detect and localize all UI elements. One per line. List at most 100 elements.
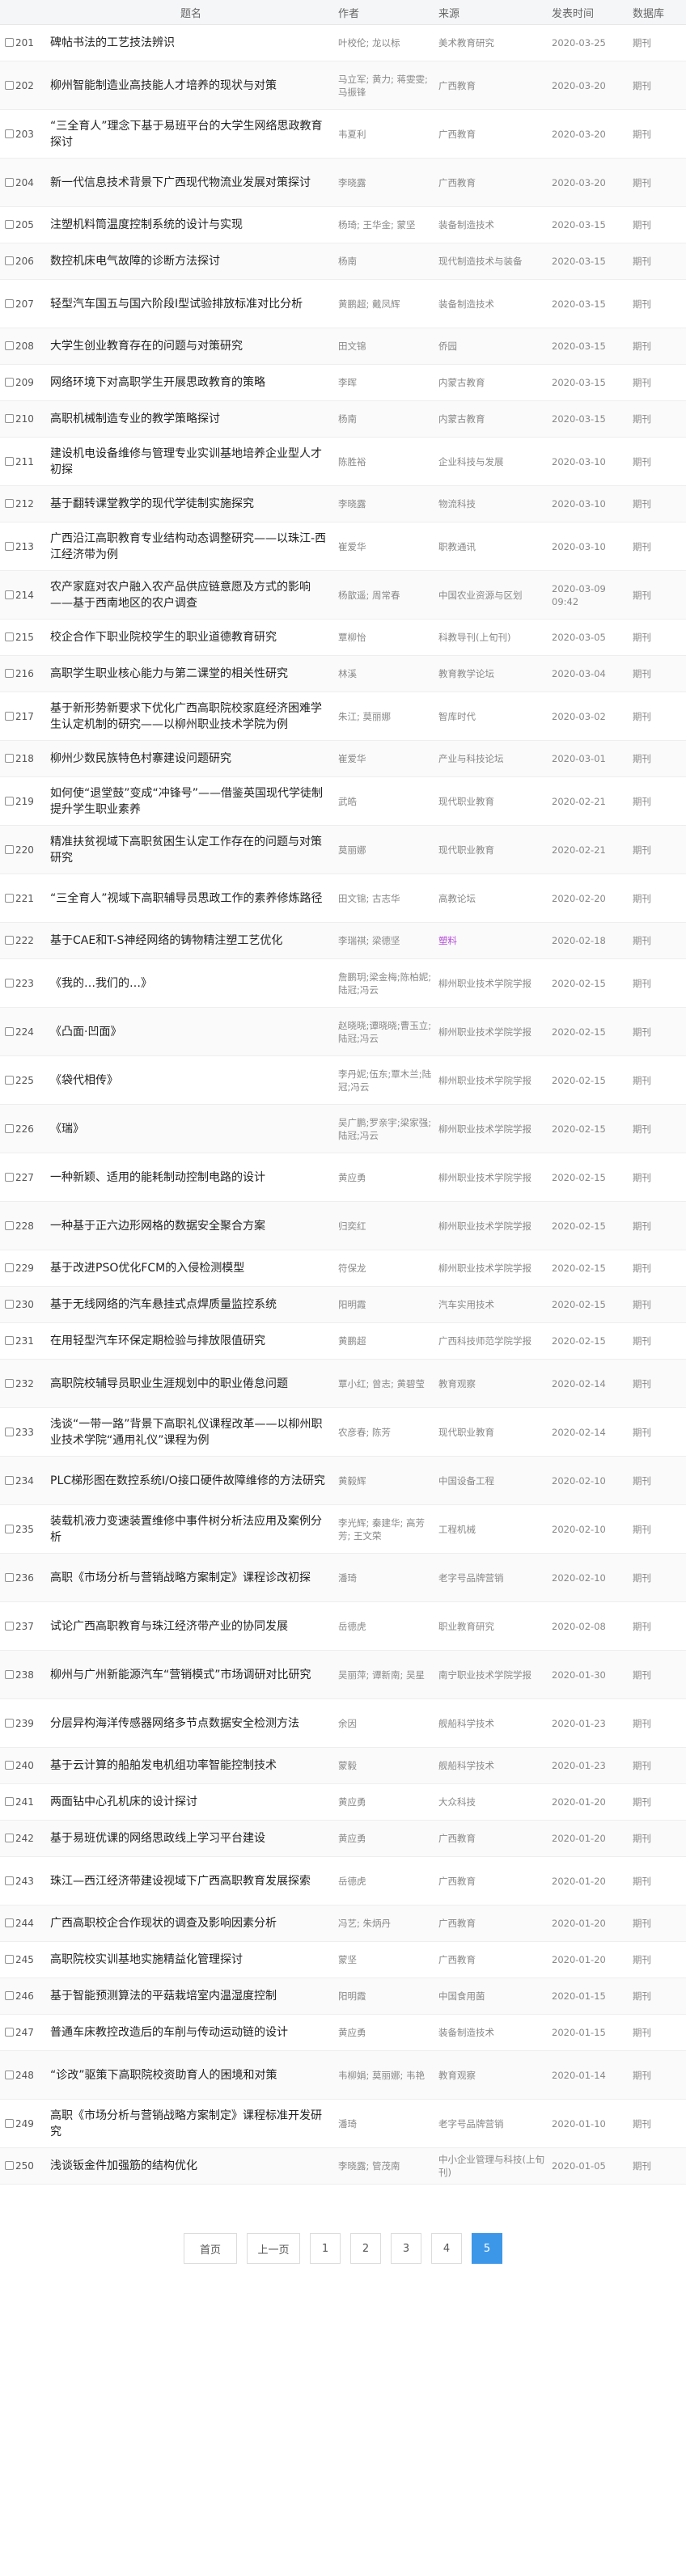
article-title-link[interactable]: 基于翻转课堂教学的现代学徒制实施探究	[50, 496, 332, 512]
author-text[interactable]: 黄应勇	[338, 1796, 432, 1808]
author-text[interactable]: 武皓	[338, 795, 432, 808]
page-button-3[interactable]: 3	[391, 2233, 421, 2264]
header-date[interactable]: 发表时间	[548, 0, 629, 25]
row-checkbox[interactable]	[5, 2118, 14, 2128]
article-title-link[interactable]: 柳州少数民族特色村寨建设问题研究	[50, 751, 332, 767]
row-checkbox[interactable]	[5, 978, 14, 988]
source-link[interactable]: 广西教育	[438, 128, 545, 141]
source-link[interactable]: 中小企业管理与科技(上旬刊)	[438, 2153, 545, 2179]
row-checkbox[interactable]	[5, 499, 14, 508]
source-link[interactable]: 汽车实用技术	[438, 1298, 545, 1311]
row-checkbox[interactable]	[5, 796, 14, 806]
source-link[interactable]: 舰船科学技术	[438, 1717, 545, 1730]
article-title-link[interactable]: 《瑞》	[50, 1121, 332, 1137]
source-link[interactable]: 舰船科学技术	[438, 1759, 545, 1772]
author-text[interactable]: 杨琦; 王华金; 蒙坚	[338, 218, 432, 231]
article-title-link[interactable]: 精准扶贫视域下高职贫困生认定工作存在的问题与对策研究	[50, 834, 332, 866]
article-title-link[interactable]: 普通车床教控改造后的车削与传动运动链的设计	[50, 2024, 332, 2041]
article-title-link[interactable]: 基于云计算的船舶发电机组功率智能控制技术	[50, 1758, 332, 1774]
source-link[interactable]: 广西教育	[438, 1832, 545, 1845]
article-title-link[interactable]: 基于智能预测算法的平菇栽培室内温湿度控制	[50, 1988, 332, 2004]
article-title-link[interactable]: “诊改”驱策下高职院校资助育人的困境和对策	[50, 2067, 332, 2083]
author-text[interactable]: 黄应勇	[338, 1171, 432, 1184]
author-text[interactable]: 李丹妮;伍东;覃木兰;陆冠;冯云	[338, 1068, 432, 1093]
author-text[interactable]: 覃柳怡	[338, 631, 432, 644]
author-text[interactable]: 叶校伦; 龙以标	[338, 36, 432, 49]
author-text[interactable]: 潘琦	[338, 1571, 432, 1584]
row-checkbox[interactable]	[5, 2028, 14, 2037]
source-link[interactable]: 现代职业教育	[438, 844, 545, 857]
article-title-link[interactable]: 一种基于正六边形网格的数据安全聚合方案	[50, 1218, 332, 1234]
row-checkbox[interactable]	[5, 1172, 14, 1182]
row-checkbox[interactable]	[5, 936, 14, 945]
source-link[interactable]: 柳州职业技术学院学报	[438, 1026, 545, 1038]
source-link[interactable]: 广西教育	[438, 176, 545, 189]
source-link[interactable]: 广西教育	[438, 1953, 545, 1966]
row-checkbox[interactable]	[5, 2161, 14, 2170]
source-link[interactable]: 美术教育研究	[438, 36, 545, 49]
row-checkbox[interactable]	[5, 1876, 14, 1885]
source-link[interactable]: 现代职业教育	[438, 795, 545, 808]
row-checkbox[interactable]	[5, 1572, 14, 1582]
author-text[interactable]: 冯艺; 朱炳丹	[338, 1917, 432, 1930]
source-link[interactable]: 广西教育	[438, 79, 545, 92]
author-text[interactable]: 李光辉; 秦建华; 高芳芳; 王文荣	[338, 1516, 432, 1542]
row-checkbox[interactable]	[5, 38, 14, 47]
source-link[interactable]: 产业与科技论坛	[438, 752, 545, 765]
row-checkbox[interactable]	[5, 632, 14, 641]
article-title-link[interactable]: 校企合作下职业院校学生的职业道德教育研究	[50, 629, 332, 645]
row-checkbox[interactable]	[5, 414, 14, 423]
article-title-link[interactable]: 注塑机料筒温度控制系统的设计与实现	[50, 217, 332, 233]
source-link[interactable]: 侨园	[438, 340, 545, 353]
source-link[interactable]: 内蒙古教育	[438, 376, 545, 389]
source-link[interactable]: 中国设备工程	[438, 1474, 545, 1487]
article-title-link[interactable]: 高职机械制造专业的教学策略探讨	[50, 411, 332, 427]
author-text[interactable]: 詹鹏玥;梁金梅;陈柏妮;陆冠;冯云	[338, 971, 432, 996]
row-checkbox[interactable]	[5, 711, 14, 721]
article-title-link[interactable]: 高职《市场分析与营销战略方案制定》课程标准开发研究	[50, 2108, 332, 2140]
row-checkbox[interactable]	[5, 893, 14, 903]
author-text[interactable]: 符保龙	[338, 1262, 432, 1275]
source-link[interactable]: 老字号品牌营销	[438, 2117, 545, 2130]
row-checkbox[interactable]	[5, 669, 14, 678]
source-link[interactable]: 柳州职业技术学院学报	[438, 1171, 545, 1184]
page-button-2[interactable]: 2	[350, 2233, 381, 2264]
author-text[interactable]: 蒙毅	[338, 1759, 432, 1772]
author-text[interactable]: 李晓露	[338, 176, 432, 189]
row-checkbox[interactable]	[5, 754, 14, 763]
source-link[interactable]: 塑料	[438, 934, 545, 947]
article-title-link[interactable]: 数控机床电气故障的诊断方法探讨	[50, 253, 332, 269]
row-checkbox[interactable]	[5, 1220, 14, 1230]
row-checkbox[interactable]	[5, 1123, 14, 1133]
author-text[interactable]: 朱江; 莫丽娜	[338, 710, 432, 723]
row-checkbox[interactable]	[5, 1075, 14, 1085]
source-link[interactable]: 中国农业资源与区划	[438, 589, 545, 602]
header-title[interactable]: 题名	[47, 0, 335, 25]
article-title-link[interactable]: 广西沿江高职教育专业结构动态调整研究——以珠江-西江经济带为例	[50, 531, 332, 563]
source-link[interactable]: 教育教学论坛	[438, 667, 545, 680]
row-checkbox[interactable]	[5, 1026, 14, 1036]
author-text[interactable]: 农彦春; 陈芳	[338, 1426, 432, 1439]
row-checkbox[interactable]	[5, 220, 14, 229]
article-title-link[interactable]: 柳州与广州新能源汽车“营销模式”市场调研对比研究	[50, 1667, 332, 1683]
article-title-link[interactable]: 网络环境下对高职学生开展思政教育的策略	[50, 374, 332, 391]
article-title-link[interactable]: 农产家庭对农户融入农产品供应链意愿及方式的影响——基于西南地区的农户调查	[50, 579, 332, 611]
row-checkbox[interactable]	[5, 1761, 14, 1770]
author-text[interactable]: 阳明霞	[338, 1990, 432, 2003]
article-title-link[interactable]: 装载机液力变速装置维修中事件树分析法应用及案例分析	[50, 1513, 332, 1546]
author-text[interactable]: 杨南	[338, 255, 432, 268]
article-title-link[interactable]: 高职院校实训基地实施精益化管理探讨	[50, 1952, 332, 1968]
source-link[interactable]: 企业科技与发展	[438, 455, 545, 468]
source-link[interactable]: 教育观察	[438, 1377, 545, 1390]
row-checkbox[interactable]	[5, 1834, 14, 1842]
article-title-link[interactable]: 如何使“退堂鼓”变成“冲锋号”——借鉴英国现代学徒制提升学生职业素养	[50, 785, 332, 818]
author-text[interactable]: 归奕红	[338, 1220, 432, 1233]
article-title-link[interactable]: “三全育人”理念下基于易班平台的大学生网络思政教育探讨	[50, 118, 332, 150]
source-link[interactable]: 职业教育研究	[438, 1620, 545, 1633]
row-checkbox[interactable]	[5, 1300, 14, 1309]
article-title-link[interactable]: 《袋代相传》	[50, 1072, 332, 1089]
source-link[interactable]: 工程机械	[438, 1523, 545, 1536]
article-title-link[interactable]: 基于CAE和T-S神经网络的铸物精注塑工艺优化	[50, 933, 332, 949]
row-checkbox[interactable]	[5, 1718, 14, 1728]
article-title-link[interactable]: 高职院校辅导员职业生涯规划中的职业倦怠问题	[50, 1376, 332, 1392]
